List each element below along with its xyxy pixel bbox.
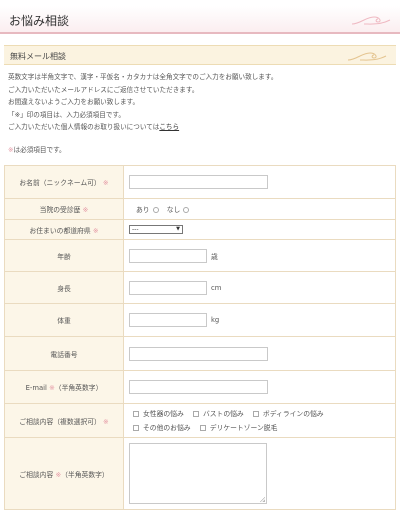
form-row-topics: ご相談内容（複数選択可） ※ 女性器の悩み バストの悩み ボディラインの悩み そ…: [4, 403, 396, 438]
form-value: 女性器の悩み バストの悩み ボディラインの悩み その他のお悩み デリケートゾーン…: [123, 403, 396, 438]
form-value: kg: [123, 303, 396, 337]
form-value: [123, 165, 396, 199]
intro-line: ご入力いただいた個人情報のお取り扱いについてはこちら: [8, 121, 392, 134]
email-input[interactable]: [129, 380, 268, 394]
content-textarea[interactable]: [129, 443, 267, 504]
form-label: 電話番号: [4, 336, 124, 371]
age-input[interactable]: [129, 248, 207, 263]
height-input[interactable]: [129, 280, 207, 295]
required-note-text: は必須項目です。: [13, 146, 66, 154]
visit-no-radio[interactable]: [183, 207, 190, 213]
topic-checkbox[interactable]: [133, 410, 139, 417]
visit-yes-label: あり: [136, 206, 150, 214]
topic-checkbox[interactable]: [192, 410, 199, 417]
weight-unit: kg: [211, 316, 220, 324]
topic-label: 女性器の悩み: [143, 409, 184, 418]
form-label: 当院の受診歴 ※: [4, 198, 124, 220]
page-title: お悩み相談: [9, 14, 70, 28]
visit-yes-radio[interactable]: [152, 207, 159, 213]
form-value: --- ▼: [123, 219, 396, 240]
form-value: cm: [123, 271, 396, 304]
form-row-weight: 体重 kg: [4, 303, 396, 337]
intro-line: ご入力いただいたメールアドレスにご返信させていただきます。: [8, 85, 199, 94]
page-header: お悩み相談: [0, 6, 400, 34]
form-row-age: 年齢 歳: [4, 239, 396, 272]
form-row-content: ご相談内容 ※（半角英数字）: [4, 437, 396, 510]
form-row-name: お名前（ニックネーム可） ※: [4, 165, 396, 199]
phone-input[interactable]: [129, 346, 268, 361]
form-label: 身長: [4, 271, 124, 304]
form-label: ご相談内容（複数選択可） ※: [4, 403, 124, 438]
form-label: 年齢: [4, 239, 124, 272]
form-label: E-mail ※（半角英数字）: [4, 370, 124, 404]
intro-line: 英数文字は半角文字で、漢字・平仮名・カタカナは全角文字でのご入力をお願い致します…: [8, 73, 278, 81]
form-label: お住まいの都道府県 ※: [4, 219, 124, 240]
intro-line: 「※」印の項目は、入力必須項目です。: [8, 110, 125, 119]
visit-no-label: なし: [166, 206, 181, 214]
resize-grip-icon[interactable]: [260, 497, 265, 502]
intro-text: 英数文字は半角文字で、漢字・平仮名・カタカナは全角文字でのご入力をお願い致します…: [8, 71, 392, 134]
form-value: [123, 336, 396, 371]
form-value: あり なし: [123, 198, 396, 220]
prefecture-select[interactable]: --- ▼: [129, 225, 183, 234]
form-label: ご相談内容 ※（半角英数字）: [4, 437, 124, 510]
topic-label: デリケートゾーン脱毛: [209, 423, 278, 432]
form-row-height: 身長 cm: [4, 271, 396, 304]
form-row-visit: 当院の受診歴 ※ あり なし: [4, 198, 396, 220]
topic-label: ボディラインの悩み: [262, 409, 324, 418]
privacy-link[interactable]: こちら: [159, 123, 179, 131]
form-label: お名前（ニックネーム可） ※: [4, 165, 124, 199]
required-note: ※は必須項目です。: [8, 144, 66, 154]
age-unit: 歳: [211, 252, 218, 261]
weight-input[interactable]: [129, 313, 207, 327]
topic-checkbox[interactable]: [199, 424, 206, 431]
form-value: [123, 437, 396, 510]
topic-label: その他のお悩み: [143, 423, 191, 432]
privacy-text: ご入力いただいた個人情報のお取り扱いについては: [8, 123, 160, 131]
consult-form: お名前（ニックネーム可） ※ 当院の受診歴 ※ あり なし お住まいの都道府県 …: [4, 165, 396, 510]
topic-checkbox[interactable]: [133, 424, 139, 431]
form-row-email: E-mail ※（半角英数字）: [4, 370, 396, 404]
form-value: 歳: [123, 239, 396, 272]
form-value: [123, 370, 396, 404]
form-row-phone: 電話番号: [4, 336, 396, 371]
section-header: 無料メール相談: [4, 45, 396, 65]
topic-checkbox[interactable]: [252, 410, 259, 417]
triangle-down-icon: ▼: [176, 226, 180, 232]
topic-label: バストの悩み: [202, 409, 244, 418]
form-row-prefecture: お住まいの都道府県 ※ --- ▼: [4, 219, 396, 240]
swirl-ornament-icon: [351, 16, 391, 25]
section-title: 無料メール相談: [10, 52, 66, 61]
swirl-ornament-icon: [347, 52, 387, 61]
name-input[interactable]: [129, 175, 268, 189]
height-unit: cm: [211, 283, 222, 292]
form-label: 体重: [4, 303, 124, 337]
intro-line: お間違えないようご入力をお願い致します。: [8, 98, 140, 106]
